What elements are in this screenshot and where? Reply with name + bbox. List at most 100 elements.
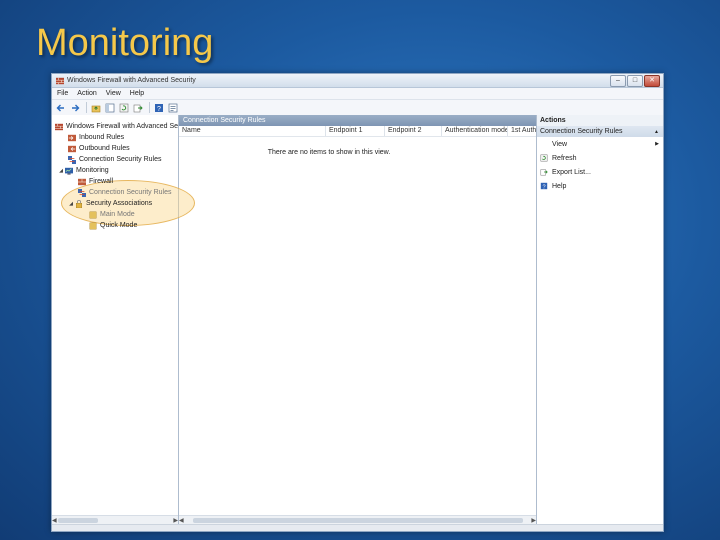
forward-arrow-icon (71, 104, 79, 111)
blank-icon (540, 140, 548, 148)
column-name[interactable]: Name (179, 126, 326, 136)
firewall-app-icon (56, 77, 64, 84)
action-export-list[interactable]: Export List... (537, 165, 663, 179)
action-label: Export List... (552, 168, 591, 176)
show-hide-tree-button[interactable] (104, 102, 115, 113)
actions-header: Actions (537, 115, 663, 126)
minimize-button[interactable]: – (610, 75, 626, 87)
actions-group-label: Connection Security Rules (540, 128, 623, 135)
title-bar[interactable]: Windows Firewall with Advanced Security … (52, 74, 663, 88)
collapse-up-icon[interactable]: ▲ (654, 129, 659, 135)
tree-root[interactable]: Windows Firewall with Advanced Se (52, 121, 178, 132)
collapse-icon[interactable]: ◢ (58, 168, 64, 174)
svg-text:?: ? (157, 106, 161, 113)
action-help[interactable]: ? Help (537, 179, 663, 193)
tree-item-connection-security-rules[interactable]: Connection Security Rules (52, 154, 178, 165)
tree-item-firewall[interactable]: Firewall (52, 176, 178, 187)
menu-action[interactable]: Action (77, 90, 96, 97)
scroll-left-icon[interactable]: ◀ (52, 517, 57, 524)
menu-help[interactable]: Help (130, 90, 144, 97)
window-controls: – □ ✕ (610, 75, 660, 87)
column-headers: Name Endpoint 1 Endpoint 2 Authenticatio… (179, 126, 536, 137)
mmc-window: Windows Firewall with Advanced Security … (51, 73, 664, 532)
connection-security-icon (68, 155, 76, 164)
tree-item-label: Firewall (89, 178, 114, 185)
export-list-icon (540, 169, 548, 176)
tree-item-label: Connection Security Rules (89, 189, 172, 196)
connection-security-icon (78, 188, 86, 197)
action-label: Help (552, 182, 567, 190)
main-mode-icon (89, 211, 97, 218)
show-hide-tree-icon (105, 103, 114, 112)
firewall-icon (78, 178, 86, 185)
column-1st-auth[interactable]: 1st Auth (508, 126, 536, 136)
help-icon: ? (154, 103, 163, 113)
results-pane: Connection Security Rules Name Endpoint … (179, 115, 536, 531)
tree-item-label: Quick Mode (100, 222, 138, 229)
column-endpoint-2[interactable]: Endpoint 2 (385, 126, 442, 136)
tree-item-main-mode[interactable]: Main Mode (52, 209, 178, 220)
back-button[interactable] (55, 102, 66, 113)
help-toolbar-button[interactable]: ? (153, 102, 164, 113)
monitoring-icon (65, 167, 73, 175)
collapse-icon[interactable]: ◢ (68, 201, 74, 207)
export-icon (133, 104, 143, 112)
menu-bar: File Action View Help (52, 88, 663, 100)
scroll-thumb[interactable] (58, 518, 98, 523)
submenu-arrow-icon: ▶ (655, 141, 659, 147)
security-associations-icon (76, 199, 82, 208)
menu-file[interactable]: File (57, 90, 68, 97)
close-button[interactable]: ✕ (644, 75, 660, 87)
tree-item-label: Inbound Rules (79, 134, 125, 141)
tree-item-monitoring[interactable]: ◢ Monitoring (52, 165, 178, 176)
action-refresh[interactable]: Refresh (537, 151, 663, 165)
action-label: View (552, 140, 568, 148)
menu-view[interactable]: View (106, 90, 121, 97)
column-endpoint-1[interactable]: Endpoint 1 (326, 126, 385, 136)
inbound-rules-icon (68, 134, 76, 141)
export-toolbar-button[interactable] (132, 102, 143, 113)
firewall-app-icon (55, 123, 63, 130)
maximize-button[interactable]: □ (627, 75, 643, 87)
scroll-right-icon[interactable]: ▶ (173, 517, 178, 524)
results-pane-header: Connection Security Rules (179, 115, 536, 126)
toolbar: ? (52, 100, 663, 116)
toolbar-separator (149, 102, 150, 113)
tree-item-inbound-rules[interactable]: Inbound Rules (52, 132, 178, 143)
scroll-thumb[interactable] (192, 518, 523, 523)
tree-item-label: Connection Security Rules (79, 156, 162, 163)
tree-item-security-associations[interactable]: ◢ Security Associations (52, 198, 178, 209)
tree-root-label: Windows Firewall with Advanced Se (66, 123, 179, 130)
properties-icon (168, 103, 177, 112)
svg-text:?: ? (542, 184, 545, 190)
scroll-left-icon[interactable]: ◀ (179, 517, 184, 524)
folder-up-icon (91, 105, 100, 112)
properties-toolbar-button[interactable] (167, 102, 178, 113)
help-icon: ? (540, 182, 548, 190)
tree-item-label: Security Associations (86, 200, 153, 207)
action-label: Refresh (552, 154, 577, 162)
tree-item-monitoring-connection-security-rules[interactable]: Connection Security Rules (52, 187, 178, 198)
window-title: Windows Firewall with Advanced Security (67, 77, 196, 84)
tree-item-label: Outbound Rules (79, 145, 130, 152)
tree-item-quick-mode[interactable]: Quick Mode (52, 220, 178, 231)
toolbar-separator (86, 102, 87, 113)
tree-item-label: Main Mode (100, 211, 135, 218)
tree-item-label: Monitoring (76, 167, 109, 174)
tree-item-outbound-rules[interactable]: Outbound Rules (52, 143, 178, 154)
console-tree-pane: Windows Firewall with Advanced Se Inboun… (52, 115, 195, 531)
actions-pane: Actions Connection Security Rules ▲ View… (536, 115, 663, 531)
forward-button[interactable] (69, 102, 80, 113)
refresh-icon (119, 103, 128, 112)
refresh-icon (540, 154, 548, 162)
empty-view-message: There are no items to show in this view. (267, 149, 391, 156)
actions-group-connection-security-rules[interactable]: Connection Security Rules ▲ (537, 126, 663, 137)
back-arrow-icon (56, 104, 64, 111)
refresh-toolbar-button[interactable] (118, 102, 129, 113)
up-one-level-button[interactable] (90, 102, 101, 113)
action-view[interactable]: View ▶ (537, 137, 663, 151)
outbound-rules-icon (68, 145, 76, 152)
slide-title: Monitoring (36, 22, 214, 64)
column-authentication-mode[interactable]: Authentication mode (442, 126, 508, 136)
console-tree: Windows Firewall with Advanced Se Inboun… (52, 115, 178, 231)
